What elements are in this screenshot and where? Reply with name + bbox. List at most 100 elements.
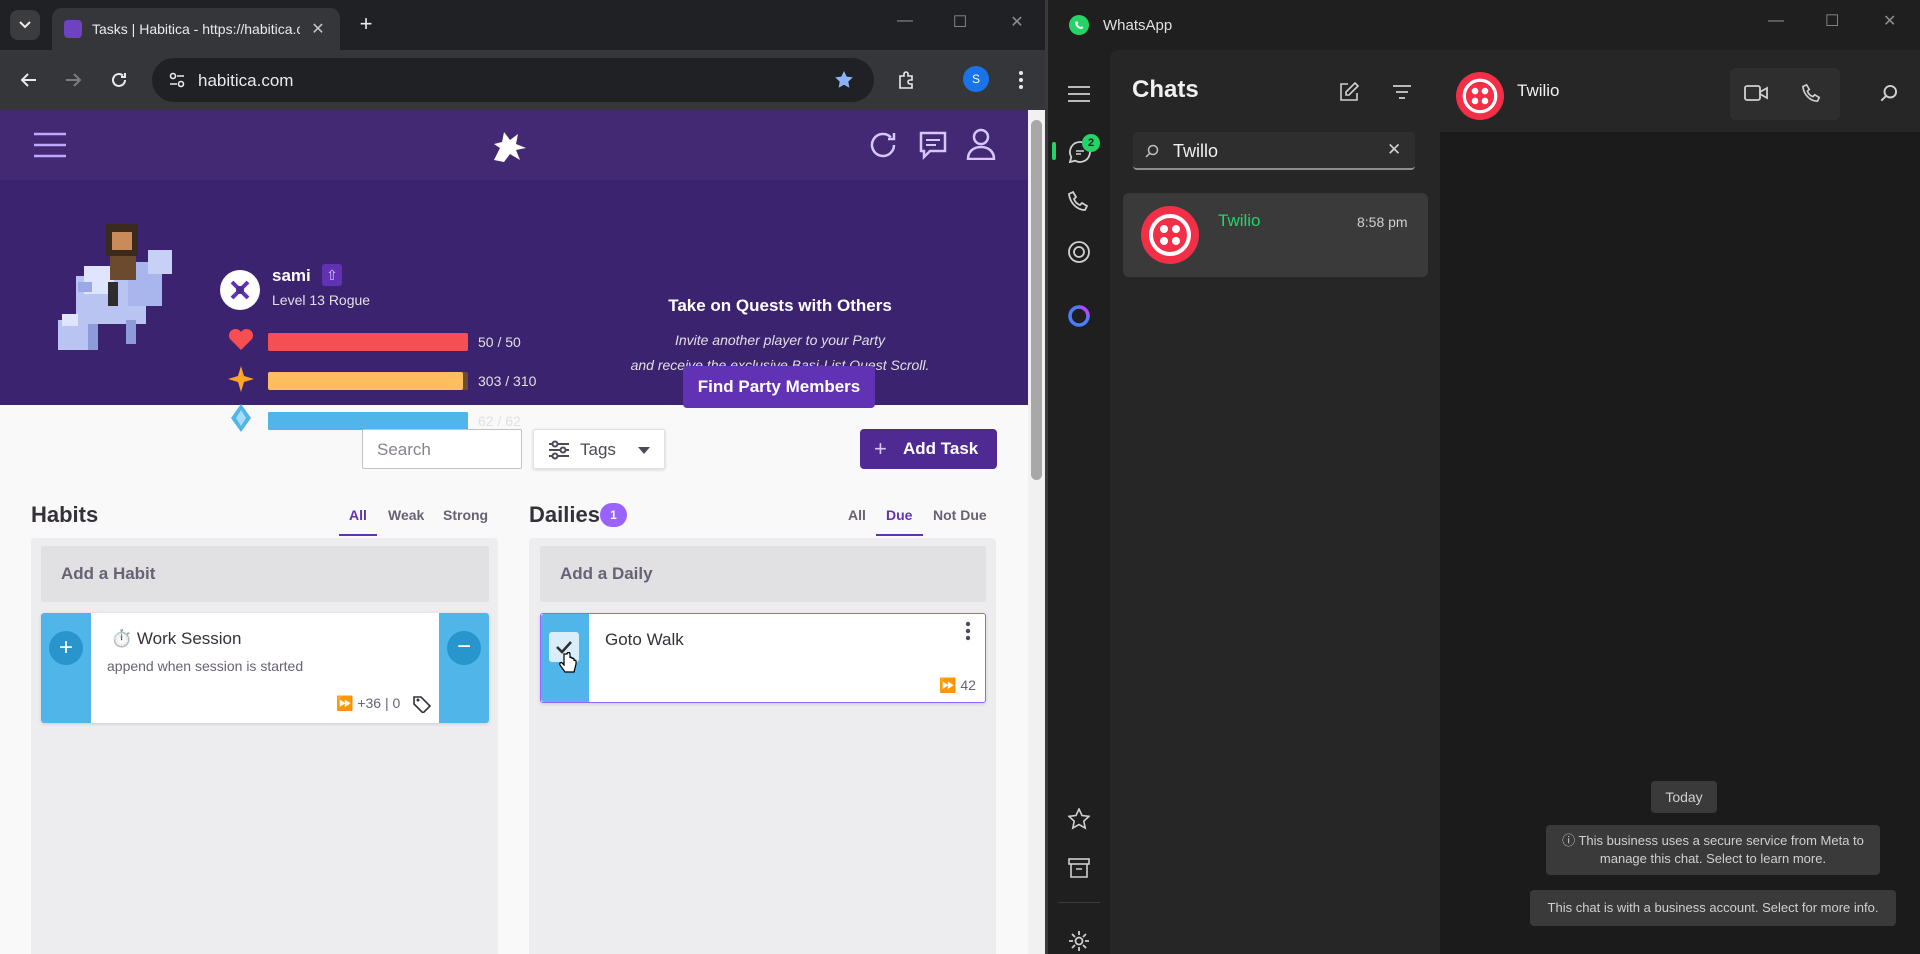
meta-ai-icon[interactable] xyxy=(1067,304,1091,328)
minimize-icon[interactable]: — xyxy=(890,12,920,30)
bookmark-star-icon[interactable] xyxy=(834,70,854,90)
twilio-avatar xyxy=(1141,206,1199,264)
health-value: 50 / 50 xyxy=(478,334,521,350)
browser-toolbar: habitica.com S xyxy=(0,50,1045,110)
add-task-button[interactable]: + Add Task xyxy=(860,429,997,469)
tab-close-icon[interactable]: ✕ xyxy=(308,19,328,39)
daily-streak: ⏩ 42 xyxy=(939,677,976,694)
contact-avatar[interactable] xyxy=(1456,72,1504,120)
habit-counter: +36 | 0 xyxy=(357,695,401,711)
notice-line2: manage this chat. Select to learn more. xyxy=(1599,851,1827,866)
forward-button[interactable] xyxy=(58,65,88,95)
add-task-label: Add Task xyxy=(903,439,979,458)
scrollbar-thumb[interactable] xyxy=(1031,120,1042,480)
wa-minimize-icon[interactable]: — xyxy=(1768,12,1784,30)
wa-maximize-icon[interactable]: ☐ xyxy=(1825,11,1839,31)
new-chat-icon[interactable] xyxy=(1339,82,1359,102)
video-call-icon[interactable] xyxy=(1744,84,1768,102)
whatsapp-logo-icon xyxy=(1069,15,1089,35)
profile-avatar[interactable]: S xyxy=(963,66,989,92)
habitica-gryphon-logo-icon[interactable] xyxy=(488,124,530,166)
task-search-input[interactable]: Search xyxy=(362,429,522,469)
habit-minus-control[interactable]: − xyxy=(439,613,489,723)
page-scrollbar[interactable] xyxy=(1028,110,1045,954)
dailies-title: Dailies xyxy=(529,502,600,527)
voice-call-icon[interactable] xyxy=(1802,83,1822,103)
habits-filter-underline xyxy=(339,534,377,536)
habits-filter-all[interactable]: All xyxy=(349,507,367,523)
dailies-filter-all[interactable]: All xyxy=(848,507,866,523)
tab-search-button[interactable] xyxy=(10,10,40,40)
experience-value: 303 / 310 xyxy=(478,373,537,389)
task-menu-icon[interactable] xyxy=(965,621,971,641)
add-daily-input[interactable]: Add a Daily xyxy=(540,546,986,602)
level-up-arrow-icon: ⇧ xyxy=(322,264,342,286)
experience-star-icon xyxy=(228,366,254,392)
clear-search-icon[interactable]: ✕ xyxy=(1387,140,1401,160)
avatar[interactable] xyxy=(48,210,188,360)
user-profile-icon[interactable] xyxy=(966,128,996,160)
habit-minus-icon[interactable]: − xyxy=(447,631,481,665)
habits-filter-weak[interactable]: Weak xyxy=(388,507,424,523)
habit-task-card[interactable]: + − ⏱️ Work Session append when session … xyxy=(41,613,489,723)
more-vertical-icon xyxy=(1019,71,1023,89)
tags-dropdown[interactable]: Tags xyxy=(533,429,665,469)
dailies-filter-due[interactable]: Due xyxy=(886,507,912,523)
tag-icon[interactable] xyxy=(413,695,431,713)
habits-title: Habits xyxy=(31,502,99,527)
add-habit-input[interactable]: Add a Habit xyxy=(41,546,489,602)
quest-promo-title: Take on Quests with Others xyxy=(668,296,892,315)
browser-tab-habitica[interactable]: Tasks | Habitica - https://habitica.com … xyxy=(52,8,340,50)
username[interactable]: sami xyxy=(272,266,311,286)
dailies-filter-not-due[interactable]: Not Due xyxy=(933,507,987,523)
contact-name[interactable]: Twilio xyxy=(1517,81,1560,101)
search-in-chat-icon[interactable] xyxy=(1880,84,1898,102)
call-buttons-group xyxy=(1730,68,1840,120)
habit-plus-control[interactable]: + xyxy=(41,613,91,723)
back-button[interactable] xyxy=(14,65,44,95)
messages-icon[interactable] xyxy=(918,130,948,160)
extensions-button[interactable] xyxy=(892,65,922,95)
filter-chats-icon[interactable] xyxy=(1393,84,1411,100)
site-info-icon[interactable] xyxy=(168,71,186,89)
habit-title: ⏱️ Work Session xyxy=(111,629,241,649)
tab-strip: Tasks | Habitica - https://habitica.com … xyxy=(0,0,1045,50)
chat-list-item-twilio[interactable]: Twilio 8:58 pm xyxy=(1123,193,1428,277)
tags-label: Tags xyxy=(580,440,616,459)
chat-list-panel: Chats Twillo ✕ Twilio 8:58 pm xyxy=(1110,50,1440,954)
sync-icon[interactable] xyxy=(868,130,898,160)
close-window-icon[interactable]: ✕ xyxy=(1002,12,1032,32)
find-party-members-button[interactable]: Find Party Members xyxy=(683,366,875,408)
date-chip: Today xyxy=(1651,781,1717,813)
archived-icon[interactable] xyxy=(1068,858,1090,878)
daily-streak-count: 42 xyxy=(960,677,976,693)
encryption-notice[interactable]: ⓘ This business uses a secure service fr… xyxy=(1546,825,1880,875)
rogue-class-icon xyxy=(230,280,250,300)
chat-search-input[interactable]: Twillo ✕ xyxy=(1133,132,1415,170)
chrome-window: Tasks | Habitica - https://habitica.com … xyxy=(0,0,1045,954)
address-bar[interactable]: habitica.com xyxy=(152,58,874,102)
daily-task-card[interactable]: Goto Walk ⏩ 42 xyxy=(540,613,986,703)
quest-promo-line1: Invite another player to your Party xyxy=(674,332,886,348)
reload-button[interactable] xyxy=(104,65,134,95)
starred-messages-icon[interactable] xyxy=(1068,808,1090,830)
chat-search-value: Twillo xyxy=(1173,141,1219,161)
unread-chats-badge: 2 xyxy=(1082,134,1100,152)
status-icon[interactable] xyxy=(1067,240,1091,264)
whatsapp-titlebar: WhatsApp — ☐ ✕ xyxy=(1048,0,1920,50)
habits-filter-strong[interactable]: Strong xyxy=(443,507,488,523)
hand-cursor-icon xyxy=(559,652,577,673)
business-account-notice[interactable]: This chat is with a business account. Se… xyxy=(1530,890,1896,926)
mana-crystal-icon xyxy=(231,404,251,432)
health-bar-track xyxy=(268,333,468,351)
daily-check-control[interactable] xyxy=(541,614,589,702)
new-tab-button[interactable]: + xyxy=(352,10,380,38)
habit-plus-icon[interactable]: + xyxy=(49,631,83,665)
settings-gear-icon[interactable] xyxy=(1068,930,1090,952)
hamburger-menu-icon[interactable] xyxy=(34,132,66,158)
maximize-icon[interactable]: ☐ xyxy=(945,12,975,32)
calls-icon[interactable] xyxy=(1068,190,1090,212)
chrome-menu-button[interactable] xyxy=(1006,65,1036,95)
menu-icon[interactable] xyxy=(1068,86,1090,102)
wa-close-icon[interactable]: ✕ xyxy=(1883,11,1896,31)
